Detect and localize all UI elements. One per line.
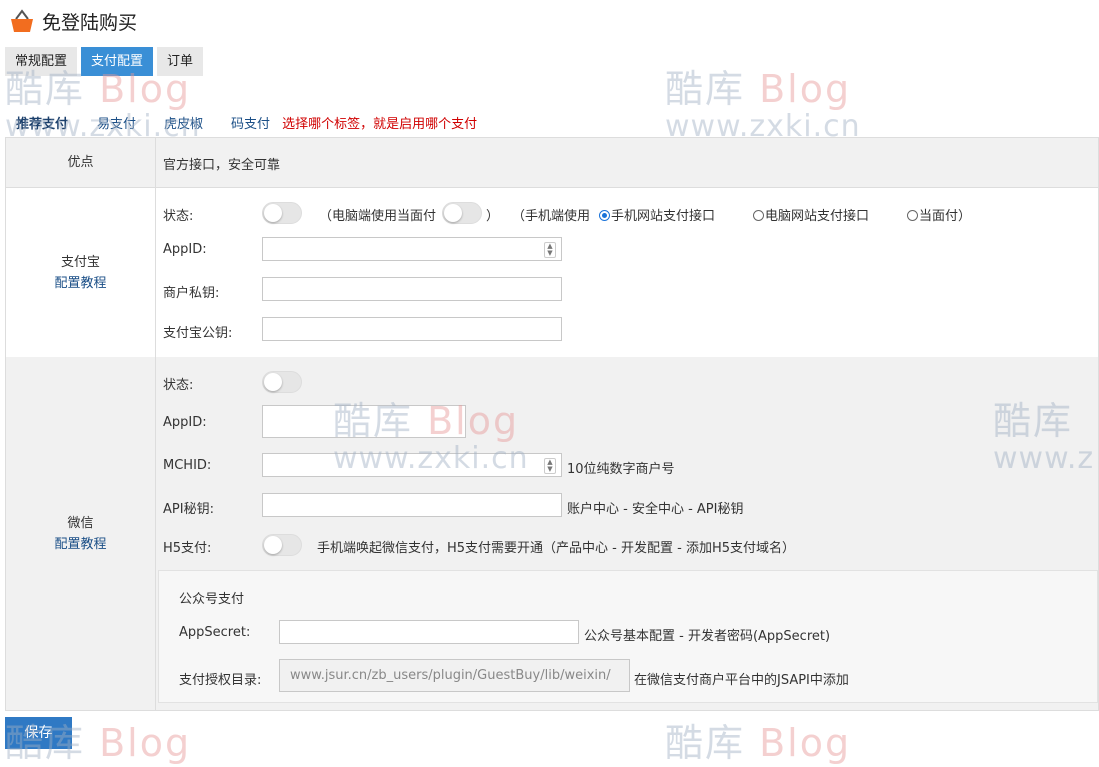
watermark: 酷库 Blog www.zxki.cn xyxy=(665,58,861,144)
subtab-note: 选择哪个标签，就是启用哪个支付 xyxy=(282,116,478,132)
mp-title: 公众号支付 xyxy=(179,592,245,607)
alipay-appid-input[interactable]: ▲ ▼ xyxy=(262,237,562,261)
radio-mobile-wap-label: 手机网站支付接口 xyxy=(611,209,716,224)
tab-orders[interactable]: 订单 xyxy=(157,47,204,76)
alipay-pubkey-label: 支付宝公钥: xyxy=(163,326,233,341)
authdir-input[interactable]: www.jsur.cn/zb_users/plugin/GuestBuy/lib… xyxy=(279,659,630,692)
advantage-label-cell: 优点 xyxy=(6,138,156,187)
watermark-text: 酷库 xyxy=(665,721,746,765)
wechat-mchid-hint: 10位纯数字商户号 xyxy=(567,462,675,477)
watermark-text: Blog xyxy=(759,67,852,111)
radio-pc-site-dot[interactable] xyxy=(753,210,764,221)
radio-f2f-label: 当面付） xyxy=(919,209,972,224)
alipay-pc-suffix: ） xyxy=(486,209,500,224)
radio-mobile-wap[interactable]: 手机网站支付接口 xyxy=(599,205,715,224)
radio-pc-site[interactable]: 电脑网站支付接口 xyxy=(753,205,869,224)
wechat-apikey-input[interactable] xyxy=(262,493,562,517)
alipay-appid-label: AppID: xyxy=(163,242,207,257)
wechat-mchid-input[interactable]: ▲ ▼ xyxy=(262,453,562,477)
watermark: 酷库 Blog xyxy=(665,712,851,767)
wechat-appid-input[interactable] xyxy=(262,405,466,438)
alipay-privkey-input[interactable] xyxy=(262,277,562,301)
tab-payment[interactable]: 支付配置 xyxy=(81,47,154,76)
wechat-label-cell: 微信 配置教程 xyxy=(6,357,156,710)
wechat-tutorial-link[interactable]: 配置教程 xyxy=(54,534,106,555)
alipay-status-label: 状态: xyxy=(163,209,194,224)
alipay-mobile-prefix: （手机端使用 xyxy=(512,209,591,224)
wechat-apikey-hint: 账户中心 - 安全中心 - API秘钥 xyxy=(567,502,744,517)
wechat-title: 微信 xyxy=(67,515,94,531)
advantage-row: 优点 官方接口，安全可靠 xyxy=(6,138,1098,188)
main-tabs: 常规配置 支付配置 订单 xyxy=(5,47,207,76)
alipay-row: 支付宝 配置教程 状态: （电脑端使用当面付 ） （手机端使用 手机网站支付接口… xyxy=(6,188,1098,357)
subtab-epay[interactable]: 易支付 xyxy=(97,113,136,132)
wechat-status-label: 状态: xyxy=(163,378,194,393)
radio-mobile-wap-dot[interactable] xyxy=(599,210,610,221)
watermark-text: Blog xyxy=(759,721,852,765)
wechat-h5-toggle[interactable] xyxy=(262,534,302,556)
alipay-pc-f2f-toggle[interactable] xyxy=(442,202,482,224)
watermark-text: Blog xyxy=(99,721,192,765)
alipay-status-toggle[interactable] xyxy=(262,202,302,224)
subtab-recommended[interactable]: 推荐支付 xyxy=(16,113,68,132)
wechat-h5-label: H5支付: xyxy=(163,541,212,556)
wechat-appid-label: AppID: xyxy=(163,415,207,430)
authdir-hint: 在微信支付商户平台中的JSAPI中添加 xyxy=(634,673,849,688)
appsecret-input[interactable] xyxy=(279,620,579,644)
wechat-mchid-label: MCHID: xyxy=(163,458,212,473)
appsecret-label: AppSecret: xyxy=(179,625,251,640)
advantage-label: 优点 xyxy=(67,155,94,170)
radio-f2f[interactable]: 当面付） xyxy=(907,205,971,224)
wechat-apikey-label: API秘钥: xyxy=(163,502,214,517)
alipay-pubkey-input[interactable] xyxy=(262,317,562,341)
save-button[interactable]: 保存 xyxy=(5,717,72,749)
wechat-status-toggle[interactable] xyxy=(262,371,302,393)
payment-subtabs: 推荐支付 易支付 虎皮椒 码支付 选择哪个标签，就是启用哪个支付 xyxy=(0,112,477,132)
subtab-codepay[interactable]: 码支付 xyxy=(231,113,270,132)
tab-general[interactable]: 常规配置 xyxy=(5,47,78,76)
watermark-text: 酷库 xyxy=(665,67,746,111)
page-header: 免登陆购买 xyxy=(9,6,137,36)
radio-f2f-dot[interactable] xyxy=(907,210,918,221)
alipay-label-cell: 支付宝 配置教程 xyxy=(6,188,156,357)
basket-icon xyxy=(11,9,33,32)
mp-payment-box: 公众号支付 AppSecret: 公众号基本配置 - 开发者密码(AppSecr… xyxy=(158,570,1098,703)
advantage-text: 官方接口，安全可靠 xyxy=(163,158,281,173)
settings-panel: 优点 官方接口，安全可靠 支付宝 配置教程 状态: （电脑端使用当面付 ） （手… xyxy=(5,137,1099,711)
stepper-icon[interactable]: ▲ ▼ xyxy=(544,242,556,258)
wechat-h5-hint: 手机端唤起微信支付，H5支付需要开通（产品中心 - 开发配置 - 添加H5支付域… xyxy=(317,541,796,556)
alipay-title: 支付宝 xyxy=(60,254,100,270)
subtab-hupijiao[interactable]: 虎皮椒 xyxy=(164,113,203,132)
alipay-tutorial-link[interactable]: 配置教程 xyxy=(54,273,106,294)
alipay-privkey-label: 商户私钥: xyxy=(163,286,220,301)
page-title: 免登陆购买 xyxy=(42,11,138,34)
appsecret-hint: 公众号基本配置 - 开发者密码(AppSecret) xyxy=(584,629,831,644)
radio-pc-site-label: 电脑网站支付接口 xyxy=(765,209,870,224)
stepper-icon[interactable]: ▲ ▼ xyxy=(544,458,556,474)
authdir-label: 支付授权目录: xyxy=(179,673,262,688)
alipay-pc-prefix: （电脑端使用当面付 xyxy=(319,209,437,224)
